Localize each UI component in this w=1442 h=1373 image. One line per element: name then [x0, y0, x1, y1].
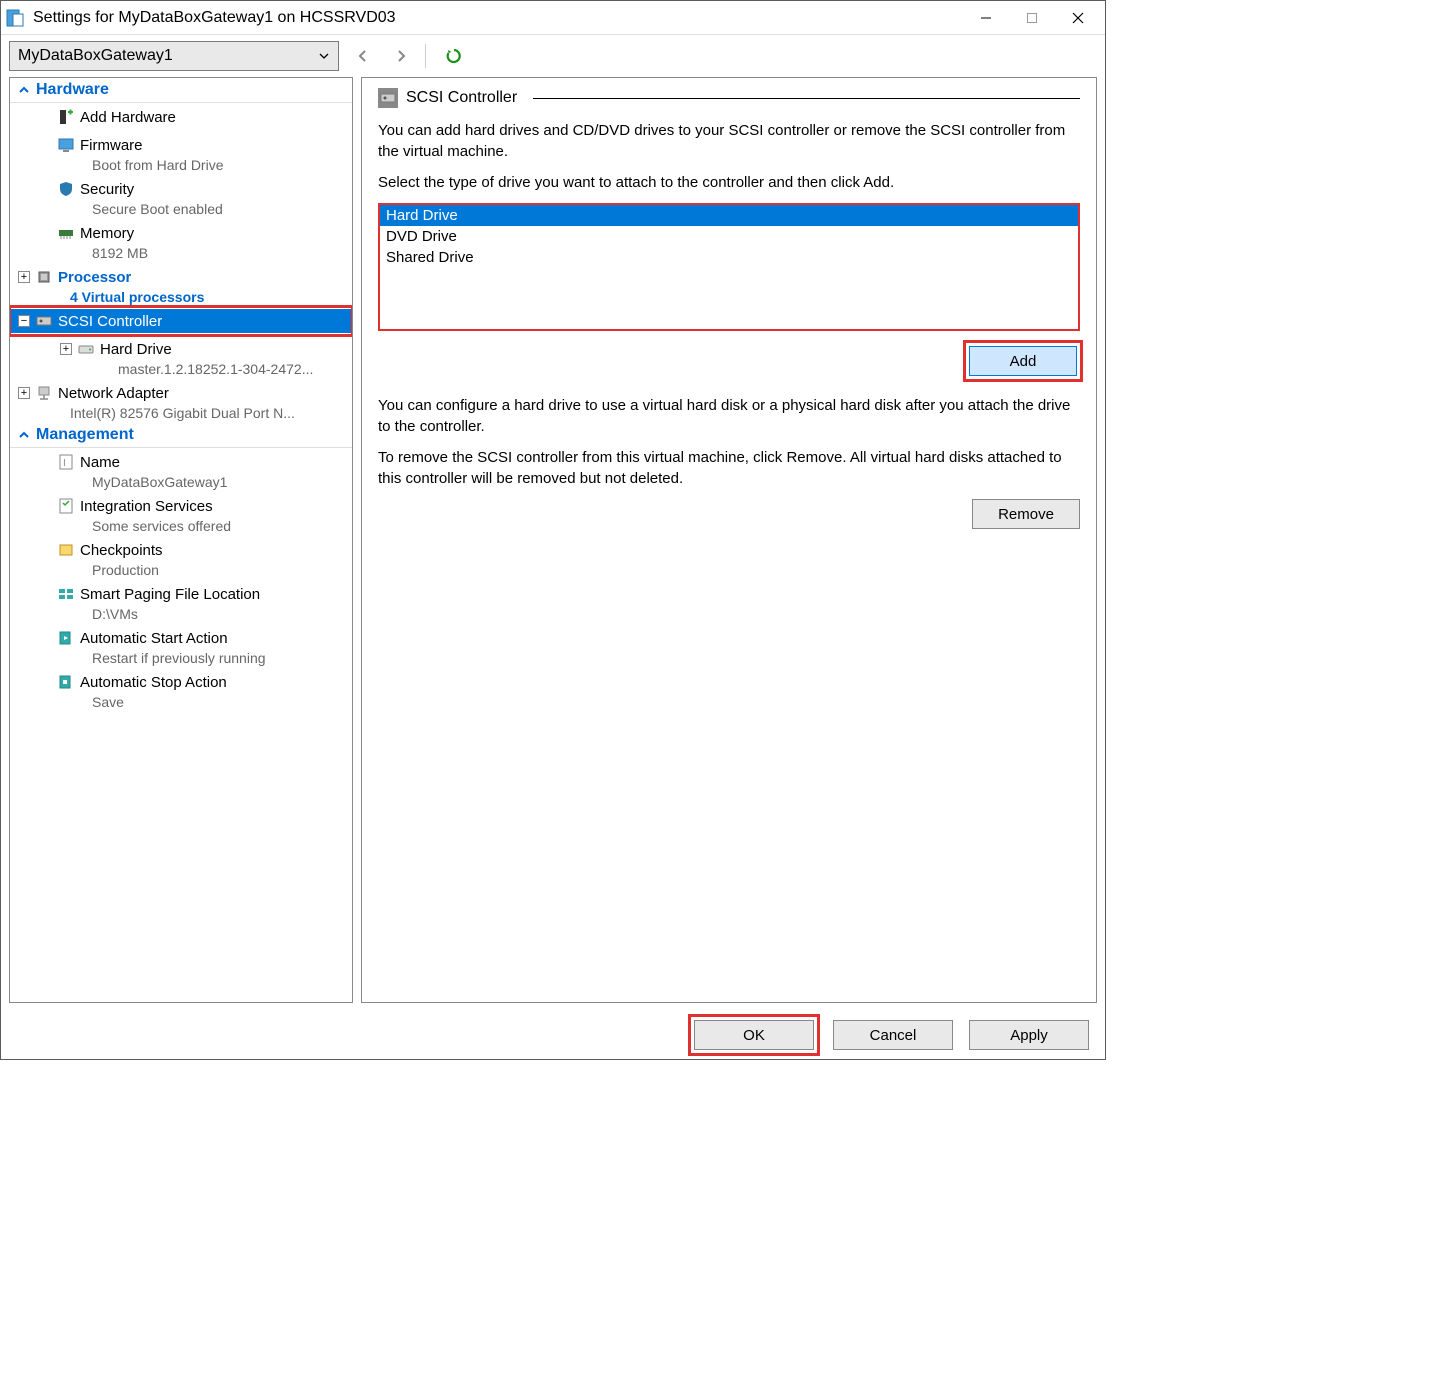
shield-icon [56, 179, 76, 199]
main-split: Hardware Add Hardware Firmware Boot from… [1, 77, 1105, 1011]
vm-selector-label: MyDataBoxGateway1 [18, 47, 318, 65]
ok-button-highlight: OK [691, 1017, 817, 1053]
cancel-button[interactable]: Cancel [833, 1020, 953, 1050]
content-panel: SCSI Controller You can add hard drives … [361, 77, 1097, 1003]
panel-title: SCSI Controller [406, 89, 517, 107]
add-button-highlight: Add [966, 343, 1080, 379]
drive-option-dvd-drive[interactable]: DVD Drive [380, 226, 1078, 247]
hard-drive-note: You can configure a hard drive to use a … [378, 395, 1080, 437]
scsi-icon [34, 311, 54, 331]
chevron-down-icon [318, 50, 330, 62]
tree-item-smart-paging[interactable]: Smart Paging File Location D:\VMs [10, 580, 352, 624]
auto-stop-icon [56, 672, 76, 692]
drive-option-shared-drive[interactable]: Shared Drive [380, 247, 1078, 268]
settings-tree[interactable]: Hardware Add Hardware Firmware Boot from… [9, 77, 353, 1003]
settings-window: Settings for MyDataBoxGateway1 on HCSSRV… [0, 0, 1106, 1060]
toolbar: MyDataBoxGateway1 [1, 35, 1105, 77]
drive-option-hard-drive[interactable]: Hard Drive [380, 205, 1078, 226]
auto-start-icon [56, 628, 76, 648]
management-section-header[interactable]: Management [10, 423, 352, 448]
add-button[interactable]: Add [969, 346, 1077, 376]
monitor-icon [56, 135, 76, 155]
tree-item-auto-stop[interactable]: Automatic Stop Action Save [10, 668, 352, 712]
apply-button[interactable]: Apply [969, 1020, 1089, 1050]
ok-button[interactable]: OK [694, 1020, 814, 1050]
expand-icon[interactable]: + [60, 343, 72, 355]
app-icon [5, 8, 25, 28]
minimize-button[interactable] [963, 3, 1009, 33]
tree-item-security[interactable]: Security Secure Boot enabled [10, 175, 352, 219]
instruction-text: Select the type of drive you want to att… [378, 172, 1080, 193]
maximize-button[interactable] [1009, 3, 1055, 33]
close-button[interactable] [1055, 3, 1101, 33]
collapse-icon[interactable]: − [18, 315, 30, 327]
titlebar: Settings for MyDataBoxGateway1 on HCSSRV… [1, 1, 1105, 35]
tree-item-processor[interactable]: + Processor 4 Virtual processors [10, 263, 352, 307]
add-hardware-icon [56, 107, 76, 127]
panel-header: SCSI Controller [378, 88, 1080, 108]
scsi-controller-icon [378, 88, 398, 108]
remove-button[interactable]: Remove [972, 499, 1080, 529]
hardware-section-header[interactable]: Hardware [10, 78, 352, 103]
collapse-icon [18, 429, 30, 441]
processor-icon [34, 267, 54, 287]
tree-item-hard-drive[interactable]: + Hard Drive master.1.2.18252.1-304-2472… [10, 335, 352, 379]
expand-icon[interactable]: + [18, 387, 30, 399]
window-title: Settings for MyDataBoxGateway1 on HCSSRV… [33, 9, 963, 27]
tree-item-integration-services[interactable]: Integration Services Some services offer… [10, 492, 352, 536]
checkpoints-icon [56, 540, 76, 560]
tree-item-checkpoints[interactable]: Checkpoints Production [10, 536, 352, 580]
tree-item-firmware[interactable]: Firmware Boot from Hard Drive [10, 131, 352, 175]
tree-item-auto-start[interactable]: Automatic Start Action Restart if previo… [10, 624, 352, 668]
description-text: You can add hard drives and CD/DVD drive… [378, 120, 1080, 162]
svg-text:I: I [63, 458, 66, 469]
expand-icon[interactable]: + [18, 271, 30, 283]
dialog-button-bar: OK Cancel Apply [1, 1011, 1105, 1059]
nav-forward-button[interactable] [387, 42, 415, 70]
refresh-button[interactable] [440, 42, 468, 70]
nav-back-button[interactable] [349, 42, 377, 70]
toolbar-separator [425, 44, 426, 68]
memory-icon [56, 223, 76, 243]
vm-selector-dropdown[interactable]: MyDataBoxGateway1 [9, 41, 339, 71]
integration-icon [56, 496, 76, 516]
tree-item-network-adapter[interactable]: + Network Adapter Intel(R) 82576 Gigabit… [10, 379, 352, 423]
tree-item-scsi-controller[interactable]: − SCSI Controller [10, 307, 352, 335]
name-icon: I [56, 452, 76, 472]
tree-item-name[interactable]: I Name MyDataBoxGateway1 [10, 448, 352, 492]
collapse-icon [18, 84, 30, 96]
paging-icon [56, 584, 76, 604]
tree-item-memory[interactable]: Memory 8192 MB [10, 219, 352, 263]
remove-note: To remove the SCSI controller from this … [378, 447, 1080, 489]
hard-drive-icon [76, 339, 96, 359]
network-icon [34, 383, 54, 403]
drive-type-listbox[interactable]: Hard Drive DVD Drive Shared Drive [378, 203, 1080, 331]
tree-item-add-hardware[interactable]: Add Hardware [10, 103, 352, 131]
